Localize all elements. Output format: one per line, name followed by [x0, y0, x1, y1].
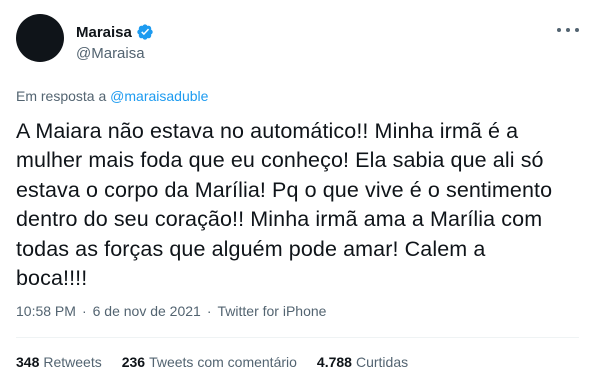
tweet-text-line: todas as forças que alguém pode amar! Ca…: [16, 236, 486, 261]
likes-count: 4.788: [316, 354, 352, 370]
meta-separator: ·: [81, 303, 87, 319]
tweet-text-line: mulher mais foda que eu conheço! Ela sab…: [16, 148, 544, 173]
likes-label: Curtidas: [355, 354, 409, 370]
dot: [566, 28, 570, 32]
tweet-metadata: 10:58 PM · 6 de nov de 2021 · Twitter fo…: [16, 303, 326, 319]
tweet-time[interactable]: 10:58 PM: [16, 303, 76, 319]
tweet-text-line: estava o corpo da Marília! Pq o que vive…: [16, 177, 553, 202]
likes-stat[interactable]: 4.788 Curtidas: [317, 354, 408, 370]
verified-badge-icon: [137, 24, 153, 40]
author-name-row: Maraisa: [76, 23, 154, 41]
more-options-icon[interactable]: [557, 20, 579, 40]
avatar[interactable]: [16, 14, 64, 62]
tweet-text: A Maiara não estava no automático!! Minh…: [16, 117, 581, 293]
tweet-date[interactable]: 6 de nov de 2021: [93, 303, 201, 319]
retweets-label: Retweets: [43, 354, 102, 370]
tweet-text-line: boca!!!!: [16, 266, 88, 291]
dot: [557, 28, 561, 32]
reply-mention-link[interactable]: @maraisaduble: [110, 88, 208, 104]
tweet-text-line: A Maiara não estava no automático!! Minh…: [16, 119, 519, 143]
reply-prefix: Em resposta a: [16, 88, 107, 104]
meta-separator: ·: [206, 303, 212, 319]
retweets-count: 348: [16, 354, 40, 370]
tweet-source[interactable]: Twitter for iPhone: [218, 303, 327, 319]
author-handle[interactable]: @Maraisa: [76, 45, 145, 62]
reply-context: Em resposta a @maraisaduble: [16, 88, 208, 104]
tweet-text-line: dentro do seu coração!! Minha irmã ama a…: [16, 207, 543, 232]
quotes-stat[interactable]: 236 Tweets com comentário: [122, 354, 297, 370]
quotes-count: 236: [121, 354, 146, 370]
dot: [575, 28, 579, 32]
divider: [16, 337, 579, 338]
retweets-stat[interactable]: 348 Retweets: [16, 354, 102, 370]
author-display-name[interactable]: Maraisa: [76, 24, 132, 41]
engagement-stats: 348 Retweets 236 Tweets com comentário 4.7…: [16, 354, 428, 370]
quotes-label: Tweets com comentário: [149, 354, 297, 370]
